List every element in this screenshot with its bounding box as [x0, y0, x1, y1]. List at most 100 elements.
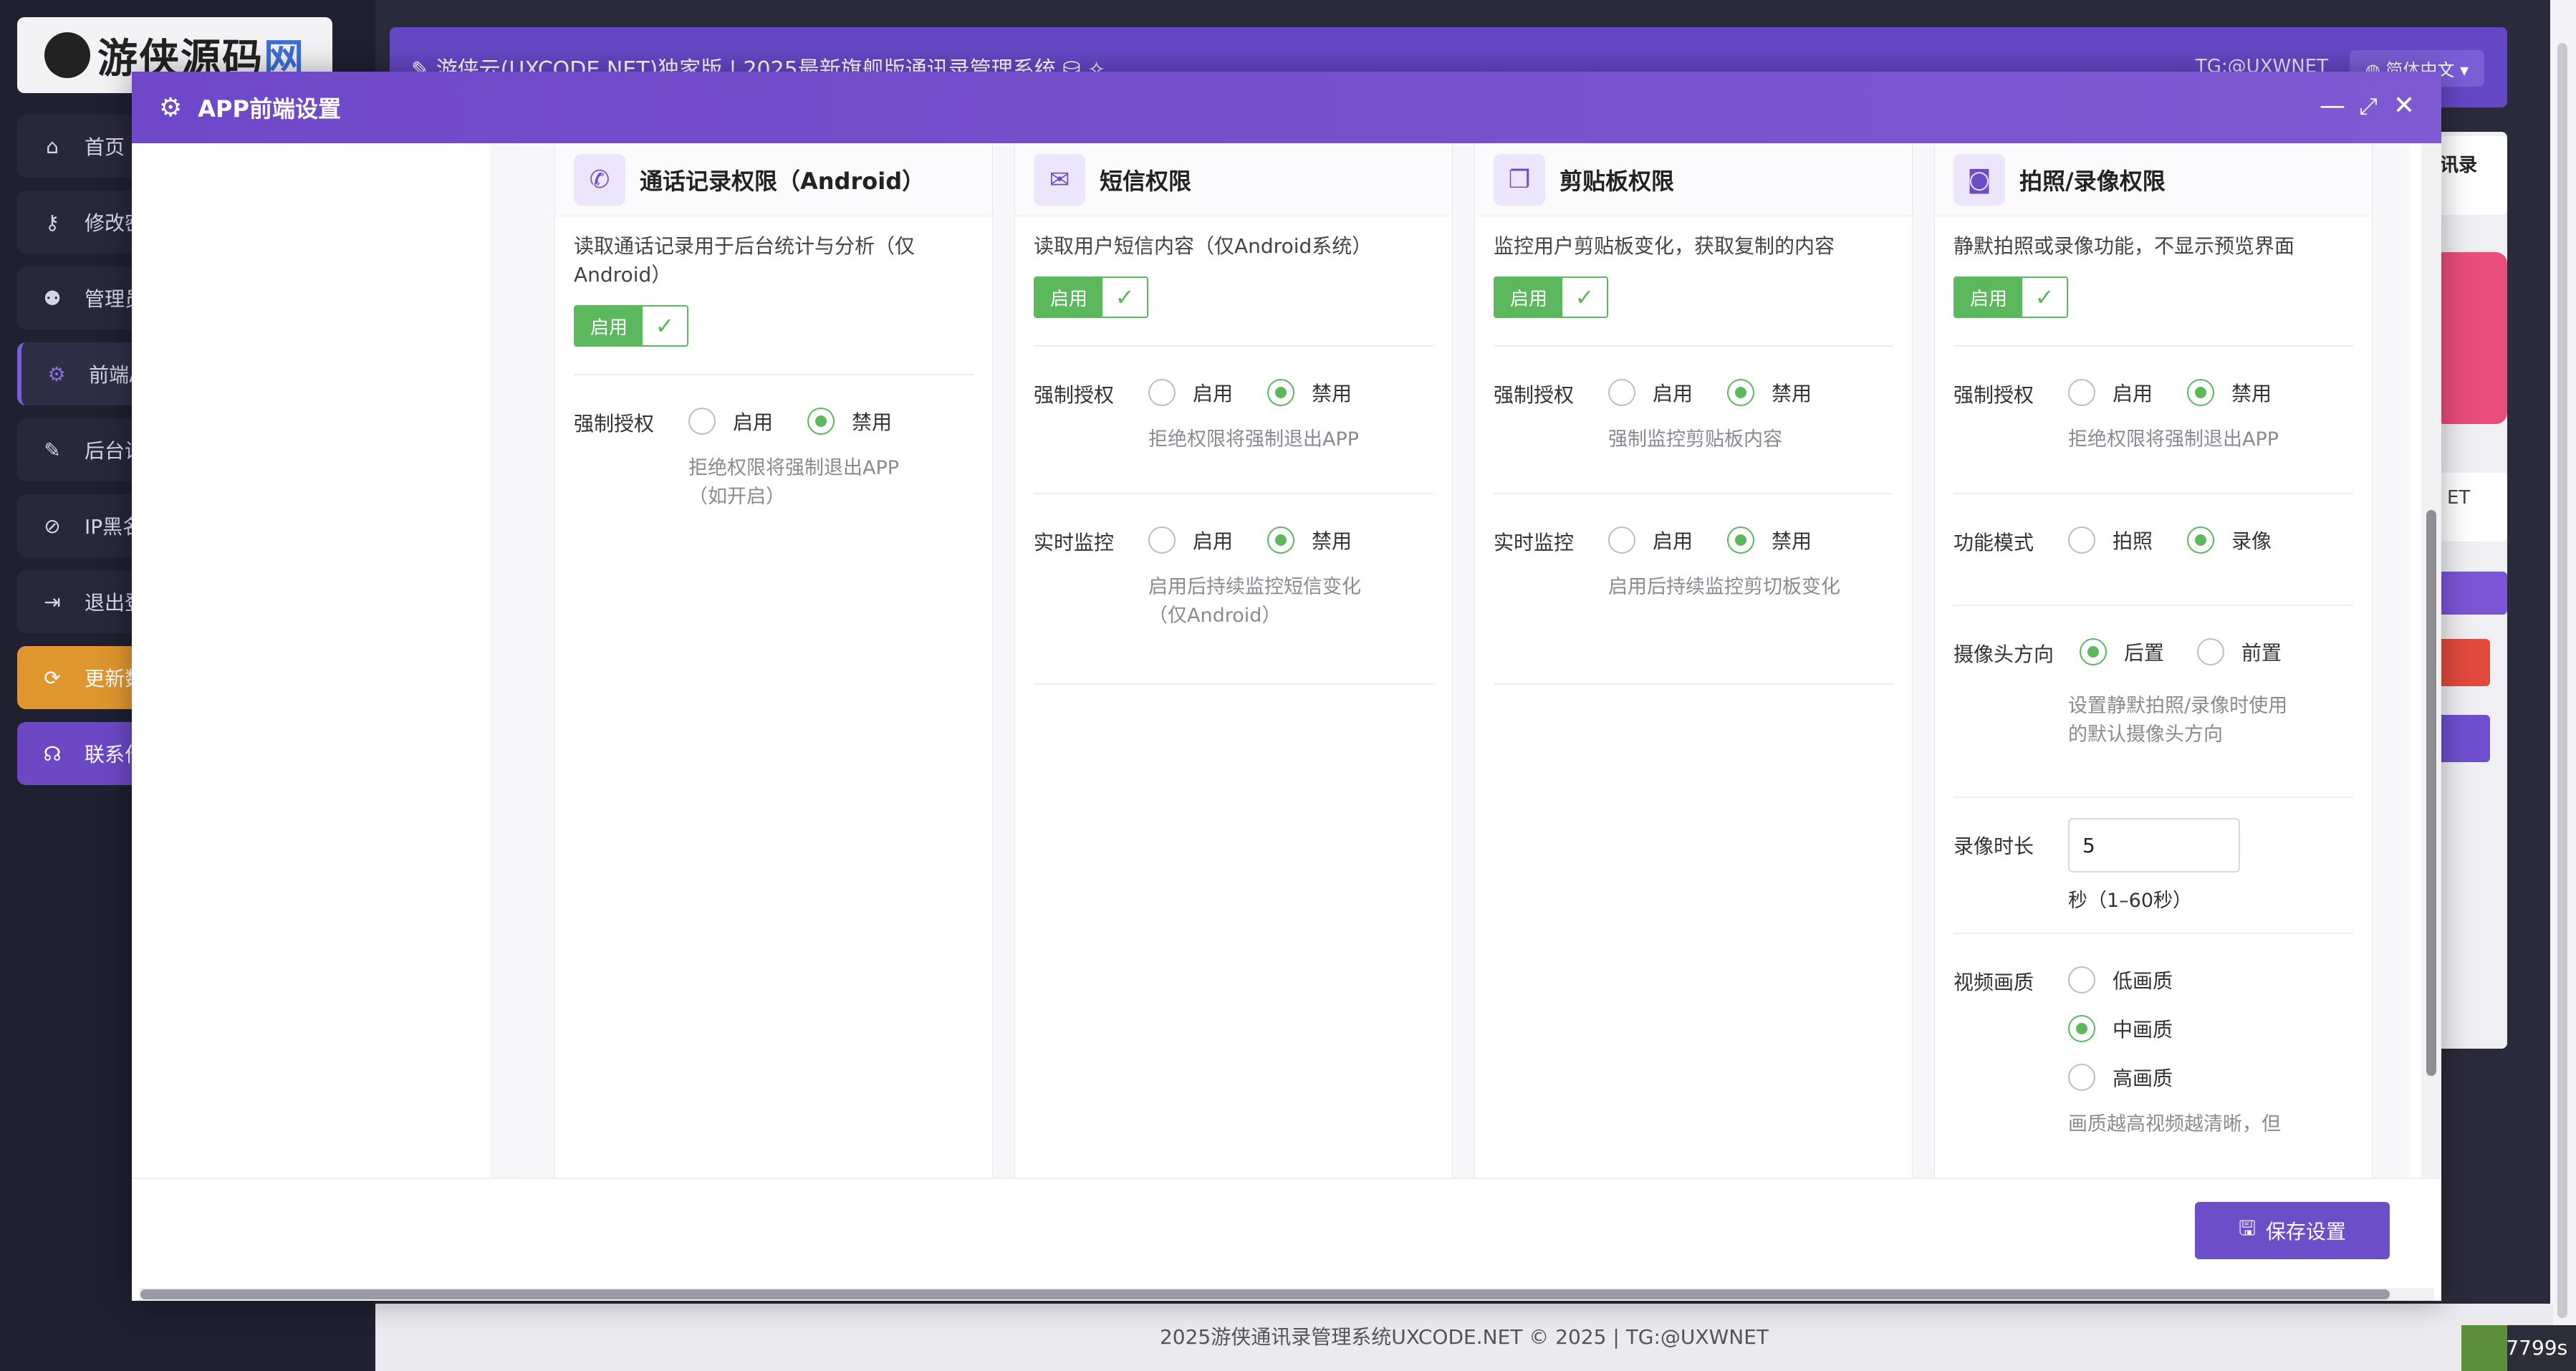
force-disable-radio[interactable]: 禁用: [1267, 378, 1352, 407]
field-label: 摄像头方向: [1953, 643, 2054, 666]
quality-low-radio[interactable]: 低画质: [2068, 966, 2173, 994]
field-hint: 强制监控剪贴板内容: [1608, 428, 1782, 451]
radio-label: 录像: [2231, 529, 2272, 553]
field-label: 强制授权: [1034, 383, 1115, 407]
panel-header: [2433, 572, 2507, 615]
save-settings-button[interactable]: 🖫 保存设置: [2195, 1202, 2390, 1259]
delete-button[interactable]: [2433, 639, 2490, 686]
field-label: 强制授权: [574, 412, 655, 436]
mode-photo-radio[interactable]: 拍照: [2068, 526, 2153, 554]
users-icon: ⚉: [43, 286, 62, 310]
headset-icon: ☊: [43, 741, 62, 766]
enable-toggle[interactable]: 启用 ✓: [1953, 276, 2068, 318]
duration-unit: 秒（1–60秒）: [2068, 890, 2193, 912]
radio-label: 启用: [1653, 529, 1693, 553]
card-description: 监控用户剪贴板变化，获取复制的内容: [1494, 234, 1835, 258]
card-header: ✆ 通话记录权限（Android）: [555, 143, 992, 216]
modal-horizontal-scrollbar[interactable]: [139, 1288, 2434, 1301]
card-header: ❐ 剪贴板权限: [1475, 143, 1912, 216]
close-icon[interactable]: ✕: [2388, 92, 2420, 120]
left-strip: [490, 143, 519, 1249]
enable-toggle[interactable]: 启用 ✓: [574, 305, 688, 347]
data-button[interactable]: [2433, 715, 2490, 762]
radio-label: 禁用: [1312, 529, 1352, 553]
modal-header: ⚙ APP前端设置 — ⤢ ✕: [132, 72, 2441, 143]
enable-toggle[interactable]: 启用 ✓: [1034, 276, 1148, 318]
card-title: 通话记录权限（Android）: [640, 167, 926, 195]
maximize-icon[interactable]: ⤢: [2352, 92, 2384, 120]
radio-label: 禁用: [2231, 382, 2272, 405]
monitor-disable-radio[interactable]: 禁用: [1267, 526, 1352, 554]
radio-label: 禁用: [852, 410, 893, 434]
card-title: 拍照/录像权限: [2019, 167, 2166, 195]
modal-body: ✆ 通话记录权限（Android） 读取通话记录用于后台统计与分析（仅Andro…: [132, 143, 2441, 1249]
monitor-enable-radio[interactable]: 启用: [1608, 526, 1693, 554]
enable-toggle[interactable]: 启用 ✓: [1494, 276, 1608, 318]
radio-dot: [2068, 1064, 2095, 1091]
card-description: 读取通话记录用于后台统计与分析（仅Android）: [574, 234, 915, 287]
card-description: 读取用户短信内容（仅Android系统）: [1034, 234, 1373, 258]
phone-icon: ✆: [574, 153, 625, 206]
radio-label: 低画质: [2113, 969, 2173, 993]
quality-high-radio[interactable]: 高画质: [2068, 1063, 2173, 1092]
radio-dot: [2080, 638, 2107, 665]
radio-dot: [2068, 379, 2095, 406]
refresh-icon: ⟳: [44, 665, 61, 690]
field-label: 录像时长: [1953, 834, 2034, 858]
modal-horizontal-scrollbar-thumb[interactable]: [140, 1289, 2390, 1299]
force-disable-radio[interactable]: 禁用: [2187, 378, 2272, 407]
wrench-icon: ✎: [44, 438, 61, 462]
key-icon: ⚷: [44, 210, 60, 234]
camera-card: [2433, 252, 2507, 424]
field-label: 功能模式: [1953, 531, 2034, 554]
radio-label: 启用: [2113, 382, 2153, 405]
card-title: 短信权限: [1100, 167, 1192, 195]
radio-label: 启用: [1193, 529, 1234, 553]
radio-dot: [2187, 379, 2214, 406]
ban-icon: ⊘: [44, 514, 61, 538]
minimize-icon[interactable]: —: [2317, 92, 2348, 120]
force-disable-radio[interactable]: 禁用: [1727, 378, 1812, 407]
lens-front-radio[interactable]: 前置: [2197, 638, 2282, 666]
monitor-enable-radio[interactable]: 启用: [1148, 526, 1233, 554]
card-clipboard: ❐ 剪贴板权限 监控用户剪贴板变化，获取复制的内容 启用 ✓ 强制授权 启用 禁…: [1474, 143, 1913, 1249]
force-enable-radio[interactable]: 启用: [1608, 378, 1693, 407]
page-scrollbar[interactable]: [2550, 0, 2576, 1371]
radio-label: 启用: [733, 410, 774, 434]
field-hint: 画质越高视频越清晰，但: [2068, 1113, 2281, 1135]
radio-dot: [2187, 526, 2214, 554]
field-hint: 拒绝权限将强制退出APP: [2068, 428, 2279, 451]
page-scrollbar-thumb[interactable]: [2557, 43, 2567, 1318]
monitor-disable-radio[interactable]: 禁用: [1727, 526, 1812, 554]
duration-input[interactable]: [2068, 818, 2240, 872]
field-label: 强制授权: [1494, 383, 1575, 407]
force-enable-radio[interactable]: 启用: [1148, 378, 1233, 407]
card-sms: ✉ 短信权限 读取用户短信内容（仅Android系统） 启用 ✓ 强制授权 启用…: [1014, 143, 1453, 1249]
field-label: 实时监控: [1034, 531, 1115, 554]
field-label: 实时监控: [1494, 531, 1575, 554]
card-title: 剪贴板权限: [1559, 167, 1675, 195]
card-header: ✉ 短信权限: [1015, 143, 1452, 216]
field-hint: 拒绝权限将强制退出APP: [1148, 428, 1360, 451]
force-disable-radio[interactable]: 禁用: [807, 407, 892, 436]
toggle-label: 启用: [575, 307, 643, 345]
check-icon: ✓: [1562, 278, 1607, 317]
modal-scrollbar[interactable]: [2421, 143, 2441, 1249]
field-hint: 启用后持续监控短信变化（仅Android）: [1148, 576, 1361, 627]
mode-video-radio[interactable]: 录像: [2187, 526, 2272, 554]
quality-mid-radio[interactable]: 中画质: [2068, 1014, 2173, 1043]
force-enable-radio[interactable]: 启用: [688, 407, 773, 436]
radio-dot: [688, 408, 716, 435]
page-footer: 2025游侠通讯录管理系统UXCODE.NET © 2025 | TG:@UXW…: [375, 1304, 2553, 1371]
radio-label: 禁用: [1772, 382, 1812, 405]
radio-dot: [2197, 638, 2224, 665]
info-card: ET: [2433, 473, 2507, 542]
modal-scrollbar-thumb[interactable]: [2426, 510, 2436, 1076]
lens-back-radio[interactable]: 后置: [2080, 638, 2164, 666]
settings-modal: ⚙ APP前端设置 — ⤢ ✕ ✆ 通话记录权限（Android） 读取通话记录…: [132, 72, 2441, 1301]
leaf-icon: [2461, 1325, 2507, 1371]
field-label: 强制授权: [1953, 383, 2034, 407]
radio-dot: [1148, 379, 1176, 406]
force-enable-radio[interactable]: 启用: [2068, 378, 2153, 407]
card-call-log: ✆ 通话记录权限（Android） 读取通话记录用于后台统计与分析（仅Andro…: [554, 143, 993, 1249]
